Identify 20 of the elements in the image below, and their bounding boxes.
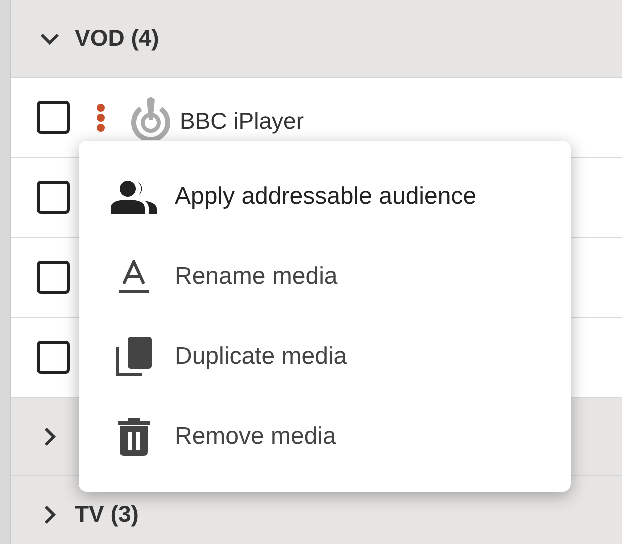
menu-item[interactable]: Duplicate media bbox=[79, 316, 571, 396]
checkbox[interactable] bbox=[37, 261, 70, 294]
more-options-icon[interactable] bbox=[96, 102, 106, 132]
copy-icon bbox=[116, 336, 152, 376]
media-name: BBC iPlayer bbox=[180, 107, 304, 136]
checkbox[interactable] bbox=[37, 341, 70, 374]
group-label: TV (3) bbox=[75, 500, 139, 530]
chevron-right-icon bbox=[43, 504, 57, 524]
menu-item[interactable]: Rename media bbox=[79, 236, 571, 316]
menu-item[interactable]: Remove media bbox=[79, 396, 571, 476]
checkbox[interactable] bbox=[37, 181, 70, 214]
group-label: VOD (4) bbox=[75, 24, 160, 54]
chevron-down-icon bbox=[40, 32, 60, 46]
menu-item[interactable]: Apply addressable audience bbox=[79, 156, 571, 236]
checkbox[interactable] bbox=[37, 101, 70, 134]
people-icon bbox=[111, 180, 157, 214]
trash-icon bbox=[118, 418, 150, 456]
chevron-right-icon bbox=[43, 426, 57, 446]
text-format-icon bbox=[119, 260, 149, 294]
broadcast-icon bbox=[130, 96, 172, 140]
